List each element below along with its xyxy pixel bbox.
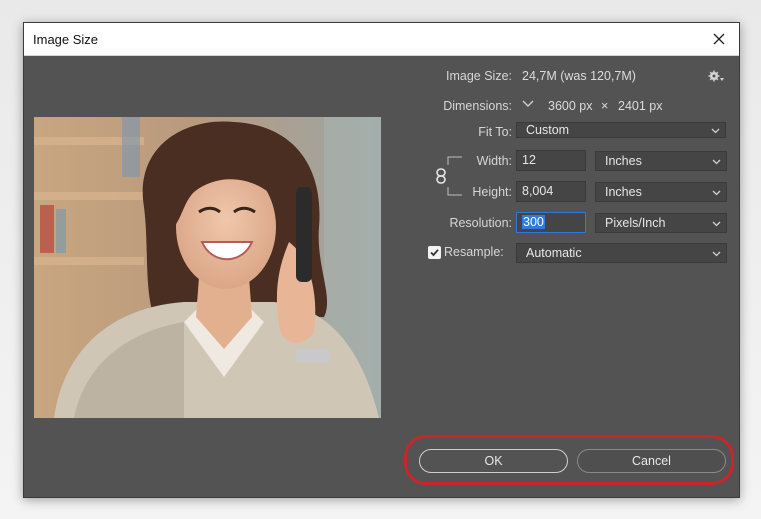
image-size-dialog: Image Size Image Size: 24,7M (was 120,7M… bbox=[23, 22, 740, 498]
chevron-down-icon bbox=[712, 251, 721, 257]
image-size-value: 24,7M (was 120,7M) bbox=[522, 69, 636, 83]
link-icon[interactable] bbox=[434, 167, 448, 185]
resample-select[interactable]: Automatic bbox=[516, 243, 727, 263]
width-input[interactable]: 12 bbox=[516, 150, 586, 171]
image-preview[interactable] bbox=[34, 117, 381, 418]
image-size-label: Image Size: bbox=[445, 69, 512, 83]
close-button[interactable] bbox=[699, 23, 739, 55]
close-icon bbox=[713, 33, 725, 45]
width-value: 12 bbox=[522, 153, 536, 167]
height-value: 8,004 bbox=[522, 184, 554, 198]
height-unit-select[interactable]: Inches bbox=[595, 182, 727, 202]
resample-value: Automatic bbox=[526, 246, 582, 260]
resolution-unit-select[interactable]: Pixels/Inch bbox=[595, 213, 727, 233]
chevron-down-icon bbox=[712, 159, 721, 165]
chevron-down-icon[interactable] bbox=[521, 99, 535, 109]
gear-icon[interactable] bbox=[708, 69, 724, 83]
width-label: Width: bbox=[476, 154, 512, 168]
dimensions-label: Dimensions: bbox=[443, 99, 512, 113]
dimensions-height: 2401 px bbox=[618, 99, 663, 113]
resolution-input[interactable]: 300 bbox=[516, 212, 586, 233]
width-unit-select[interactable]: Inches bbox=[595, 151, 727, 171]
ok-button[interactable]: OK bbox=[419, 449, 568, 473]
checkmark-icon bbox=[430, 249, 439, 257]
resample-label: Resample: bbox=[444, 245, 504, 259]
height-label: Height: bbox=[472, 185, 512, 199]
resolution-label: Resolution: bbox=[449, 216, 512, 230]
chevron-down-icon bbox=[712, 221, 721, 227]
fit-to-value: Custom bbox=[526, 123, 570, 137]
chevron-down-icon bbox=[712, 190, 721, 196]
dialog-title: Image Size bbox=[33, 32, 99, 47]
resolution-value: 300 bbox=[522, 215, 545, 229]
fit-to-label: Fit To: bbox=[478, 125, 512, 139]
cancel-button[interactable]: Cancel bbox=[577, 449, 726, 473]
width-unit-value: Inches bbox=[605, 154, 642, 168]
preview-photo bbox=[34, 117, 381, 418]
fit-to-select[interactable]: Custom bbox=[516, 122, 726, 138]
resolution-unit-value: Pixels/Inch bbox=[605, 216, 666, 230]
height-unit-value: Inches bbox=[605, 185, 642, 199]
height-input[interactable]: 8,004 bbox=[516, 181, 586, 202]
chevron-down-icon bbox=[711, 128, 720, 134]
resample-checkbox[interactable] bbox=[428, 246, 441, 259]
dimensions-width: 3600 px bbox=[548, 99, 593, 113]
title-bar[interactable]: Image Size bbox=[24, 23, 739, 56]
dimensions-times: × bbox=[601, 99, 609, 113]
